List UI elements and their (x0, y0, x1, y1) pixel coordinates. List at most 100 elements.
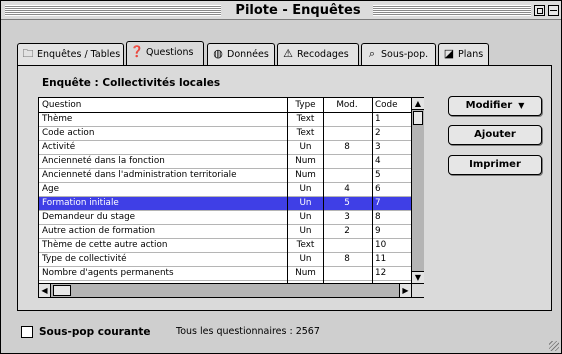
cell-question: Activité (42, 142, 76, 152)
cell-code: 6 (375, 184, 381, 194)
table-row[interactable]: Ancienneté dans la fonction Num 4 (39, 155, 411, 169)
tab-label: Recodages (297, 49, 349, 60)
data-icon: ◍ (213, 47, 223, 60)
scroll-down-arrow-icon[interactable]: ▼ (412, 271, 424, 283)
cell-question: Formation initiale (42, 198, 119, 208)
title-bar-stripes-right (373, 5, 531, 16)
column-header-type[interactable]: Type (289, 99, 322, 113)
title-bar-stripes-left (5, 5, 221, 16)
cell-mod (323, 155, 371, 169)
cell-type: Text (296, 128, 315, 138)
cell-type: Un (299, 198, 312, 208)
tab-donnees[interactable]: ◍ Données (207, 43, 275, 65)
column-divider (323, 98, 324, 283)
cell-question: Thème (42, 114, 73, 124)
recode-icon: ⚠ (283, 47, 293, 60)
modify-button[interactable]: Modifier ▼ (448, 96, 542, 116)
column-header-mod[interactable]: Mod. (323, 99, 371, 113)
cell-type: Un (299, 254, 312, 264)
cell-code: 11 (375, 254, 387, 264)
cell-mod: 8 (344, 254, 350, 264)
cell-code: 3 (375, 142, 381, 152)
table-row[interactable]: Thème de cette autre action Text 10 (39, 239, 411, 253)
table-row[interactable]: Thème Text 1 (39, 113, 411, 127)
collapse-box-icon[interactable] (548, 5, 559, 16)
table-row[interactable]: Ancienneté dans l'administration territo… (39, 169, 411, 183)
vertical-scrollbar[interactable]: ▲ ▼ (411, 98, 424, 283)
add-button[interactable]: Ajouter (448, 125, 542, 145)
vertical-scroll-thumb[interactable] (413, 111, 423, 125)
table-row[interactable]: Nombre d'agents permanents Num 12 (39, 267, 411, 281)
tab-sous-pop[interactable]: ⌕ Sous-pop. (361, 43, 436, 65)
chevron-down-icon: ▼ (518, 101, 525, 110)
tab-enquetes-tables[interactable]: 🗀 Enquêtes / Tables (17, 43, 124, 65)
cell-question: Ancienneté dans la fonction (42, 156, 165, 166)
tab-label: Enquêtes / Tables (37, 49, 121, 60)
table-row[interactable]: Age Un 4 6 (39, 183, 411, 197)
questions-panel: Enquête : Collectivités locales Question… (17, 65, 552, 311)
tab-plans[interactable]: ◪ Plans (438, 43, 489, 65)
cell-code: 4 (375, 156, 381, 166)
tab-label: Sous-pop. (381, 49, 429, 60)
cell-mod (323, 239, 371, 253)
tab-recodages[interactable]: ⚠ Recodages (277, 43, 359, 65)
cell-type: Text (296, 240, 315, 250)
cell-question: Thème de cette autre action (42, 240, 168, 250)
cell-mod: 2 (344, 226, 350, 236)
column-divider (372, 98, 373, 283)
tab-label: Données (227, 49, 269, 60)
modify-button-label: Modifier (465, 100, 513, 111)
window-title: Pilote - Enquêtes (235, 3, 361, 18)
search-icon: ⌕ (368, 47, 376, 60)
cell-type: Un (299, 226, 312, 236)
cell-type: Text (296, 114, 315, 124)
cell-mod: 4 (344, 184, 350, 194)
resize-grip-icon[interactable] (549, 341, 559, 351)
cell-mod: 5 (344, 198, 350, 208)
cell-mod (323, 267, 371, 281)
cell-question: Type de collectivité (42, 254, 127, 264)
cell-mod: 3 (344, 212, 350, 222)
sous-pop-checkbox-label[interactable]: Sous-pop courante (39, 326, 151, 338)
questionnaire-count: Tous les questionnaires : 2567 (176, 326, 320, 337)
cell-mod: 8 (344, 142, 350, 152)
add-button-label: Ajouter (474, 129, 516, 140)
tab-questions[interactable]: ❓ Questions (126, 41, 204, 65)
scroll-right-arrow-icon[interactable]: ▶ (399, 284, 411, 297)
scrollbar-corner (411, 283, 424, 297)
scroll-up-arrow-icon[interactable]: ▲ (412, 98, 424, 110)
column-header-code[interactable]: Code (375, 99, 409, 113)
cell-code: 7 (375, 198, 381, 208)
horizontal-scroll-thumb[interactable] (53, 285, 71, 296)
cell-type: Un (299, 212, 312, 222)
cell-type: Num (295, 268, 316, 278)
print-button[interactable]: Imprimer (448, 155, 542, 175)
table-row[interactable]: Autre action de formation Un 2 9 (39, 225, 411, 239)
horizontal-scrollbar[interactable]: ◀ ▶ (39, 283, 411, 297)
cell-code: 9 (375, 226, 381, 236)
table-row[interactable]: Activité Un 8 3 (39, 141, 411, 155)
table-row[interactable]: Code action Text 2 (39, 127, 411, 141)
cell-code: 8 (375, 212, 381, 222)
title-bar[interactable]: Pilote - Enquêtes (1, 1, 561, 20)
sous-pop-checkbox[interactable] (21, 326, 33, 338)
table-row[interactable]: Formation initiale Un 5 7 (39, 197, 411, 211)
cell-code: 2 (375, 128, 381, 138)
column-header-question[interactable]: Question (42, 99, 287, 113)
table-row[interactable]: Type de collectivité Un 8 11 (39, 253, 411, 267)
scroll-left-arrow-icon[interactable]: ◀ (39, 284, 51, 297)
cell-mod (323, 127, 371, 141)
table-row[interactable]: Demandeur du stage Un 3 8 (39, 211, 411, 225)
cell-code: 12 (375, 268, 387, 278)
tab-label: Plans (458, 49, 484, 60)
tab-label: Questions (146, 47, 194, 58)
table-header: Question Type Mod. Code (39, 98, 411, 113)
column-divider (287, 98, 288, 283)
cell-code: 10 (375, 240, 387, 250)
cell-question: Code action (42, 128, 95, 138)
cell-type: Un (299, 184, 312, 194)
zoom-box-icon[interactable] (534, 5, 545, 16)
app-window: Pilote - Enquêtes 🗀 Enquêtes / Tables ❓ Qu… (0, 0, 562, 354)
cell-type: Num (295, 170, 316, 180)
cell-code: 1 (375, 114, 381, 124)
